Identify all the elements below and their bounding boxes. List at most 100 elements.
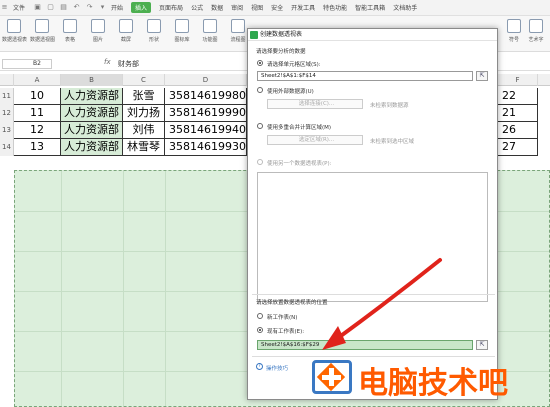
- table-cell[interactable]: 10: [14, 88, 61, 105]
- select-all-corner[interactable]: [0, 74, 14, 86]
- row-header[interactable]: 12: [0, 105, 14, 122]
- table-cell[interactable]: 35814619990: [165, 105, 247, 122]
- location-picker-button[interactable]: ⇱: [476, 340, 488, 350]
- dialog-title-bar[interactable]: 创建数据透视表: [248, 29, 497, 41]
- table-button[interactable]: 表格: [58, 19, 82, 43]
- radio-new-sheet-label: 新工作表(N): [267, 315, 298, 321]
- undo-icon[interactable]: ↶: [72, 3, 81, 12]
- screenshot-button[interactable]: 截屏: [114, 19, 138, 43]
- menu-item[interactable]: 安全: [271, 3, 283, 12]
- menu-item[interactable]: 审阅: [231, 3, 243, 12]
- radio-other-pivot[interactable]: [257, 159, 263, 165]
- pivot-chart-button[interactable]: 数据透视图: [30, 19, 55, 43]
- range-input[interactable]: Sheet2!$A$1:$F$14: [257, 71, 473, 81]
- radio-new-sheet[interactable]: [257, 313, 263, 319]
- column-header-c[interactable]: C: [123, 74, 165, 86]
- menu-item[interactable]: 文档助手: [393, 3, 417, 12]
- symbol-button[interactable]: 符号: [502, 19, 526, 43]
- column-header-a[interactable]: A: [14, 74, 61, 86]
- open-icon[interactable]: ▢: [46, 3, 55, 12]
- divider: [252, 294, 495, 295]
- table-cell[interactable]: 林雪琴: [123, 139, 165, 156]
- fx-icon[interactable]: fx: [104, 58, 111, 66]
- menu-item[interactable]: 页面布局: [159, 3, 183, 12]
- name-box[interactable]: B2: [2, 59, 52, 69]
- function-chart-button[interactable]: 功能图: [198, 19, 222, 43]
- choose-region-button[interactable]: 选定区域(R)...: [267, 135, 363, 145]
- table-cell[interactable]: 人力资源部: [61, 139, 123, 156]
- table-cell[interactable]: 刘力扬: [123, 105, 165, 122]
- icon-library-button[interactable]: 图标库: [170, 19, 194, 43]
- screenshot-icon: [119, 19, 133, 33]
- dropdown-icon[interactable]: ▾: [98, 3, 107, 12]
- pivot-table-list[interactable]: [257, 172, 488, 302]
- column-header-d[interactable]: D: [165, 74, 247, 86]
- table-cell[interactable]: 11: [14, 105, 61, 122]
- menu-bar: ≡ 文件 ▣ ▢ ▤ ↶ ↷ ▾ 开始 插入 页面布局 公式 数据 审阅 视图 …: [0, 0, 550, 16]
- picture-button[interactable]: 图片: [86, 19, 110, 43]
- table-cell[interactable]: 人力资源部: [61, 88, 123, 105]
- table-cell[interactable]: 12: [14, 122, 61, 139]
- table-cell[interactable]: 21: [498, 105, 538, 122]
- function-chart-icon: [203, 19, 217, 33]
- shape-icon: [147, 19, 161, 33]
- menu-item[interactable]: 智能工具箱: [355, 3, 385, 12]
- table-cell[interactable]: 35814619930: [165, 139, 247, 156]
- watermark-logo-icon: [312, 360, 352, 394]
- menu-item[interactable]: 开发工具: [291, 3, 315, 12]
- watermark-text: 电脑技术吧: [358, 366, 508, 401]
- art-text-icon: [529, 19, 543, 33]
- app-menu-icon[interactable]: ≡: [0, 3, 9, 12]
- column-header-b[interactable]: B: [61, 74, 123, 86]
- omega-icon: [507, 19, 521, 33]
- menu-item[interactable]: 公式: [191, 3, 203, 12]
- choose-connection-button[interactable]: 选择连接(C)...: [267, 99, 363, 109]
- table-cell[interactable]: 人力资源部: [61, 105, 123, 122]
- menu-item[interactable]: 开始: [111, 3, 123, 12]
- existing-location-input[interactable]: Sheet2!$A$16:$F$29: [257, 340, 473, 350]
- radio-external-source[interactable]: [257, 87, 263, 93]
- radio-multi-consolidate[interactable]: [257, 123, 263, 129]
- shape-button[interactable]: 形状: [142, 19, 166, 43]
- watermark: 电脑技术吧: [306, 356, 550, 402]
- table-cell[interactable]: 人力资源部: [61, 122, 123, 139]
- table-cell[interactable]: 35814619980: [165, 88, 247, 105]
- pivot-table-icon: [7, 19, 21, 33]
- pivot-table-button[interactable]: 数据透视表: [2, 19, 27, 43]
- redo-icon[interactable]: ↷: [85, 3, 94, 12]
- watermark-cross-h: [322, 375, 341, 380]
- app-logo-icon: [250, 31, 258, 39]
- radio-select-range[interactable]: [257, 60, 263, 66]
- row-header[interactable]: 14: [0, 139, 14, 156]
- radio-existing-sheet[interactable]: [257, 327, 263, 333]
- help-link[interactable]: 操作技巧: [266, 364, 288, 372]
- row-header[interactable]: 11: [0, 88, 14, 105]
- menu-item[interactable]: 特色功能: [323, 3, 347, 12]
- table-cell[interactable]: 张雪: [123, 88, 165, 105]
- no-region-text: 未检索到选中区域: [370, 139, 415, 145]
- menu-item[interactable]: 数据: [211, 3, 223, 12]
- print-icon[interactable]: ▤: [59, 3, 68, 12]
- menu-file[interactable]: 文件: [13, 3, 25, 12]
- no-connection-text: 未检索到数据源: [370, 103, 409, 109]
- save-icon[interactable]: ▣: [33, 3, 42, 12]
- pivot-chart-icon: [35, 19, 49, 33]
- row-header[interactable]: 13: [0, 122, 14, 139]
- radio-select-range-label: 请选择单元格区域(S):: [267, 62, 321, 68]
- table-cell[interactable]: 刘伟: [123, 122, 165, 139]
- table-cell[interactable]: 27: [498, 139, 538, 156]
- table-cell[interactable]: 22: [498, 88, 538, 105]
- help-icon[interactable]: ?: [256, 363, 263, 370]
- table-cell[interactable]: 26: [498, 122, 538, 139]
- menu-item-insert[interactable]: 插入: [131, 2, 152, 13]
- flowchart-icon: [231, 19, 245, 33]
- formula-content[interactable]: 财务部: [118, 59, 139, 69]
- menu-item[interactable]: 视图: [251, 3, 263, 12]
- column-header-f[interactable]: F: [498, 74, 538, 86]
- table-cell[interactable]: 35814619940: [165, 122, 247, 139]
- art-text-button[interactable]: 艺术字: [524, 19, 548, 43]
- table-cell[interactable]: 13: [14, 139, 61, 156]
- radio-other-pivot-label: 使用另一个数据透视表(P):: [267, 161, 332, 167]
- radio-external-source-label: 使用外部数据源(U): [267, 89, 314, 95]
- range-picker-button[interactable]: ⇱: [476, 71, 488, 81]
